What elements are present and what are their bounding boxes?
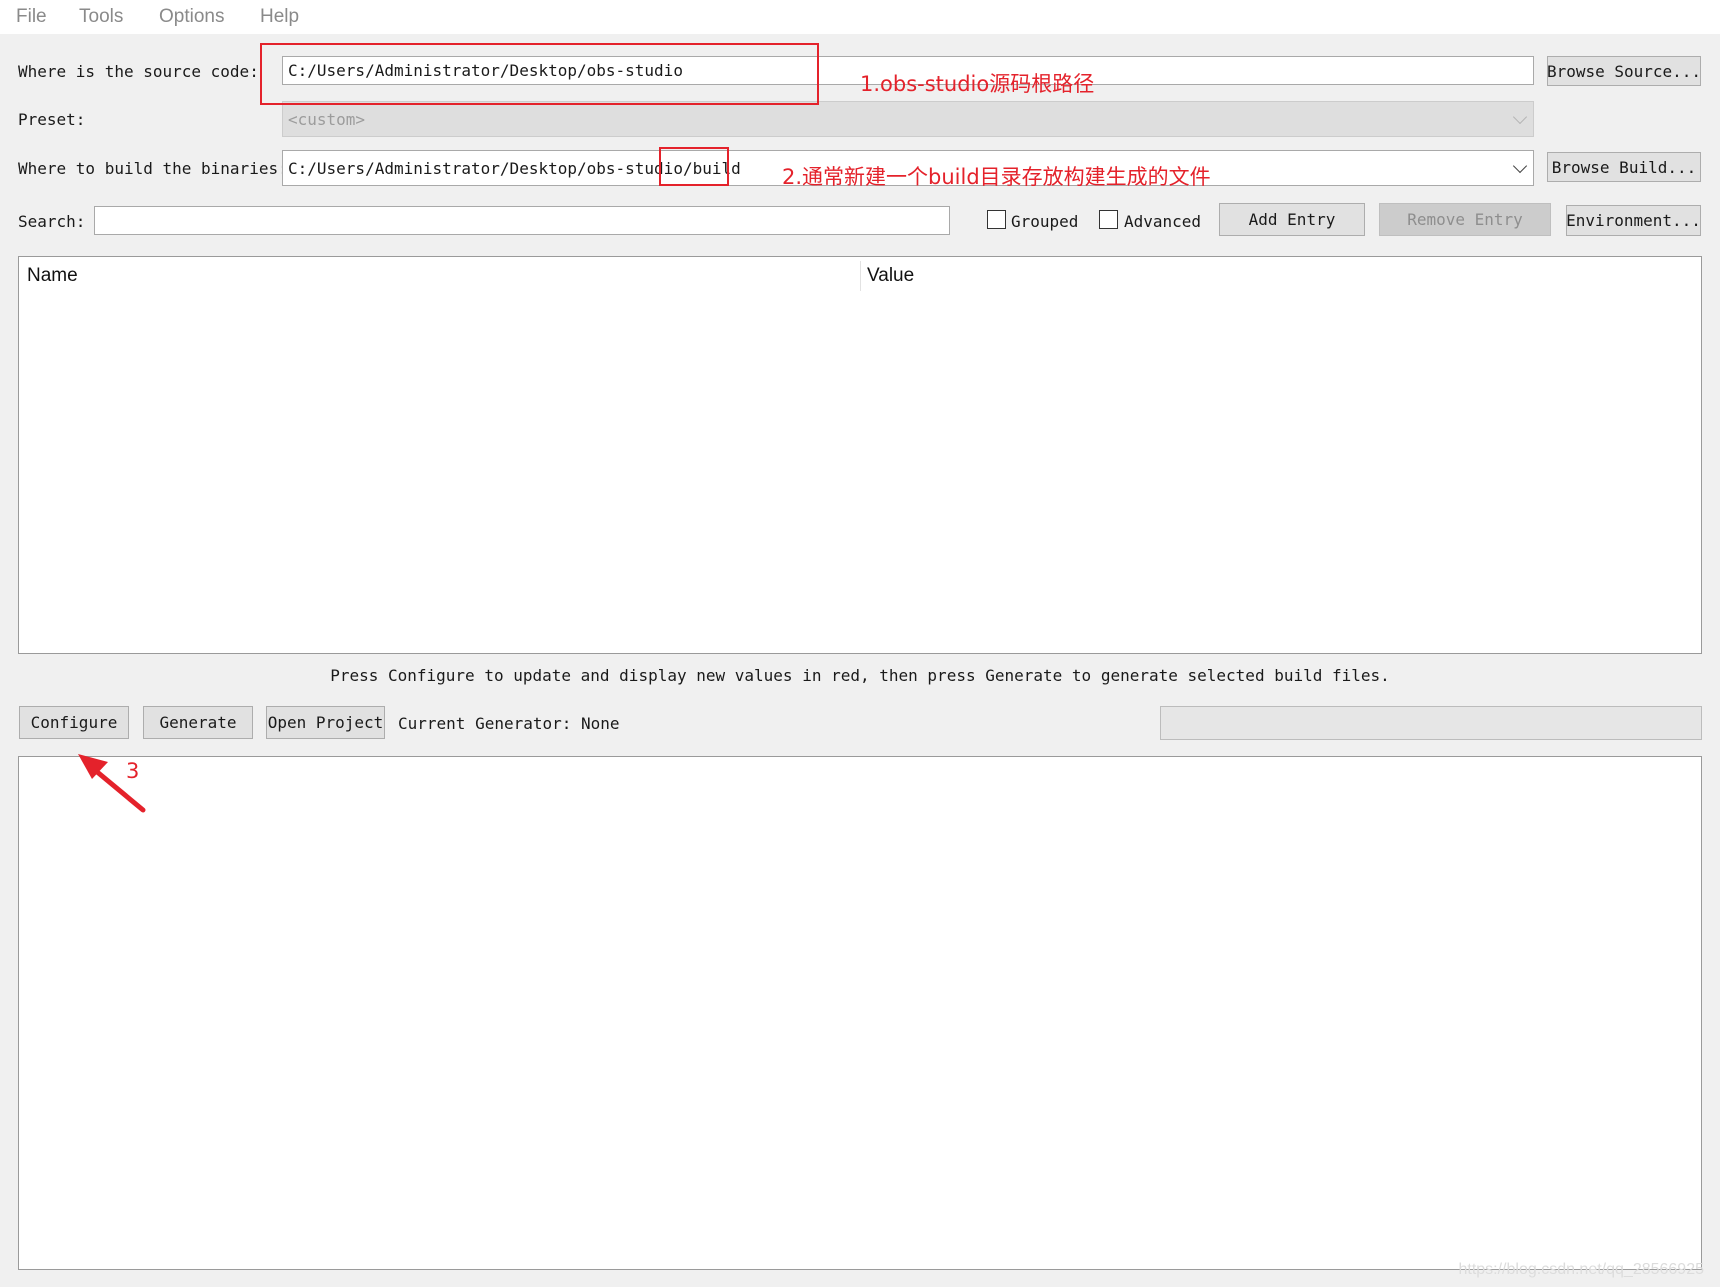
watermark-text: https://blog.csdn.net/qq_28566925 bbox=[1458, 1261, 1704, 1278]
annotation-arrow-icon bbox=[78, 754, 146, 813]
